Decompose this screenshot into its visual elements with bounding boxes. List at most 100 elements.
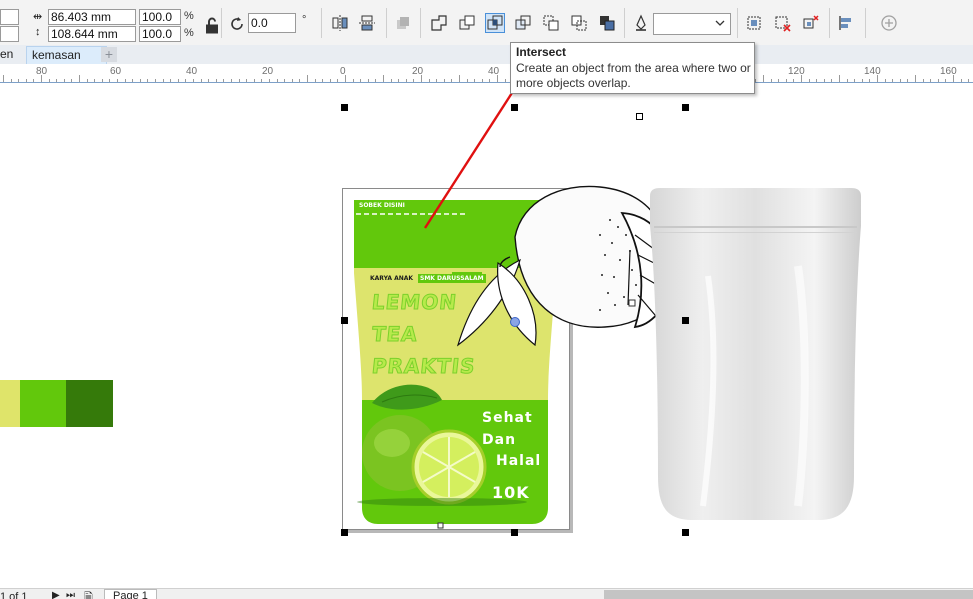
ruler-tick <box>94 79 95 82</box>
add-plus-circle-icon[interactable] <box>880 14 898 32</box>
ruler-tick <box>915 75 916 82</box>
ruler-tick <box>322 79 323 82</box>
ruler-tick <box>961 79 962 82</box>
delete-guidelines-icon[interactable] <box>773 14 791 32</box>
tab-document-prev[interactable]: en <box>0 46 24 63</box>
ruler-tick <box>953 75 954 82</box>
ruler-tick <box>869 79 870 82</box>
claim-halal: Halal <box>496 453 542 469</box>
maker-label: KARYA ANAK <box>370 275 414 282</box>
ruler-tick <box>793 79 794 82</box>
ruler-tick <box>132 79 133 82</box>
clear-envelope-icon[interactable] <box>801 14 819 32</box>
object-width-input[interactable]: 86.403 mm <box>48 9 136 25</box>
ruler-tick <box>907 79 908 82</box>
selection-handle-br[interactable] <box>682 529 689 536</box>
boundary-icon[interactable] <box>598 14 616 32</box>
selection-handle-bl[interactable] <box>341 529 348 536</box>
selection-handle-mr[interactable] <box>682 317 689 324</box>
ruler-tick <box>223 79 224 82</box>
ruler-tick <box>147 79 148 82</box>
scale-y-input[interactable]: 100.0 <box>139 26 181 42</box>
simplify-icon[interactable] <box>514 14 532 32</box>
ruler-tick <box>3 75 4 82</box>
property-bar: ⇹ ↕ 86.403 mm 108.644 mm 100.0 100.0 % %… <box>0 0 973 46</box>
ruler-tick <box>968 79 969 82</box>
ruler-tick <box>64 79 65 82</box>
create-boundary-icon[interactable] <box>745 14 763 32</box>
tooltip-description: Create an object from the area where two… <box>516 61 751 90</box>
ruler-tick <box>900 79 901 82</box>
add-tab-button[interactable]: + <box>101 47 117 62</box>
scale-y-percent: % <box>184 27 194 39</box>
mirror-horizontal-icon[interactable] <box>331 14 349 32</box>
ruler-tick <box>140 79 141 82</box>
weld-icon[interactable] <box>430 14 448 32</box>
lock-ratio-icon[interactable] <box>203 17 218 34</box>
white-pouch-mockup[interactable] <box>648 186 863 526</box>
page-navigator-bar: 1 of 1 ▶ ⏭ 🗎 Page 1 <box>0 588 973 599</box>
selection-center-mark <box>510 317 520 327</box>
ruler-tick <box>930 79 931 82</box>
ruler-tick <box>330 79 331 82</box>
ruler-tick <box>877 75 878 82</box>
ruler-tick <box>307 75 308 82</box>
ruler-tick <box>771 79 772 82</box>
ruler-tick <box>185 79 186 82</box>
ruler-tick <box>269 79 270 82</box>
selection-handle-tl[interactable] <box>341 104 348 111</box>
ruler-tick <box>809 79 810 82</box>
rotation-center-handle[interactable] <box>636 113 643 120</box>
ruler-tick <box>353 79 354 82</box>
selection-handle-bc[interactable] <box>511 529 518 536</box>
claim-sehat: Sehat <box>482 410 533 426</box>
ruler-tick <box>885 79 886 82</box>
ruler-tick <box>801 75 802 82</box>
ruler-tick <box>839 75 840 82</box>
ruler-tick <box>201 79 202 82</box>
color-swatch-green[interactable] <box>20 380 66 427</box>
trim-icon[interactable] <box>458 14 476 32</box>
ruler-tick <box>892 79 893 82</box>
align-distribute-icon[interactable] <box>837 14 855 32</box>
position-field-y[interactable] <box>0 26 19 42</box>
position-field[interactable] <box>0 9 19 25</box>
toolbar-separator <box>420 8 421 38</box>
selection-handle-tc[interactable] <box>511 104 518 111</box>
outline-width-dropdown[interactable] <box>653 13 731 35</box>
ruler-tick <box>41 75 42 82</box>
tear-here-label: SOBEK DISINI <box>359 202 405 209</box>
ruler-label: 60 <box>110 66 122 77</box>
ruler-tick <box>208 79 209 82</box>
object-height-input[interactable]: 108.644 mm <box>48 26 136 42</box>
tab-kemasan[interactable]: kemasan <box>26 46 107 64</box>
mirror-vertical-icon[interactable] <box>358 14 376 32</box>
ruler-tick <box>239 79 240 82</box>
scale-x-input[interactable]: 100.0 <box>139 9 181 25</box>
selection-handle-tr[interactable] <box>682 104 689 111</box>
ruler-tick <box>862 79 863 82</box>
toolbar-separator <box>221 8 222 38</box>
ruler-tick <box>292 79 293 82</box>
ruler-tick <box>261 79 262 82</box>
ruler-tick <box>398 79 399 82</box>
ruler-tick <box>109 79 110 82</box>
ruler-tick <box>778 79 779 82</box>
ruler-tick <box>155 79 156 82</box>
selection-handle-ml[interactable] <box>341 317 348 324</box>
ruler-tick <box>102 79 103 82</box>
intersect-icon[interactable] <box>485 13 505 33</box>
ruler-tick <box>125 79 126 82</box>
toolbar-separator <box>624 8 625 38</box>
front-minus-back-icon[interactable] <box>542 14 560 32</box>
color-swatch-dark[interactable] <box>66 380 113 427</box>
ruler-label: 140 <box>864 66 881 77</box>
color-swatch-light[interactable] <box>0 380 20 427</box>
rotation-angle-input[interactable]: 0.0 <box>248 13 296 33</box>
ruler-tick <box>391 79 392 82</box>
toolbar-separator <box>737 8 738 38</box>
chevron-down-icon <box>715 20 725 26</box>
width-arrows-icon: ⇹ <box>33 11 43 23</box>
ruler-tick <box>56 79 57 82</box>
back-minus-front-icon[interactable] <box>570 14 588 32</box>
